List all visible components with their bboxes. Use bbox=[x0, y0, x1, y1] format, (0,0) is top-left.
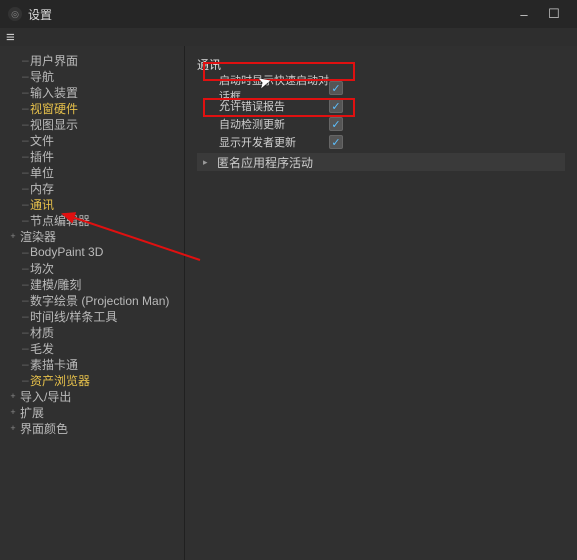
sidebar-item-label: 单位 bbox=[30, 164, 54, 181]
menubar: ≡ bbox=[0, 28, 577, 46]
sidebar-item-18[interactable]: –毛发 bbox=[4, 340, 184, 356]
branch-icon: – bbox=[22, 53, 28, 67]
sidebar-item-15[interactable]: –数字绘景 (Projection Man) bbox=[4, 292, 184, 308]
sidebar-item-label: 插件 bbox=[30, 148, 54, 165]
sidebar-item-0[interactable]: –用户界面 bbox=[4, 52, 184, 68]
sidebar-item-label: 数字绘景 (Projection Man) bbox=[30, 292, 169, 309]
sidebar-item-20[interactable]: –资产浏览器 bbox=[4, 372, 184, 388]
window-title: 设置 bbox=[28, 6, 52, 23]
branch-icon: – bbox=[22, 277, 28, 291]
sidebar-item-label: 通讯 bbox=[30, 196, 54, 213]
sidebar-item-22[interactable]: +扩展 bbox=[4, 404, 184, 420]
sidebar-item-label: 节点编辑器 bbox=[30, 212, 90, 229]
branch-icon: – bbox=[22, 309, 28, 323]
branch-icon: – bbox=[22, 133, 28, 147]
sidebar-item-4[interactable]: –视图显示 bbox=[4, 116, 184, 132]
checkbox[interactable]: ✓ bbox=[329, 99, 343, 113]
branch-icon: – bbox=[22, 373, 28, 387]
sidebar-item-3[interactable]: –视窗硬件 bbox=[4, 100, 184, 116]
checkbox[interactable]: ✓ bbox=[329, 135, 343, 149]
collapse-row-anonymous[interactable]: ▸ 匿名应用程序活动 bbox=[197, 153, 565, 171]
sidebar-item-label: 资产浏览器 bbox=[30, 372, 90, 389]
branch-icon: – bbox=[22, 165, 28, 179]
settings-row-3: 显示开发者更新✓ bbox=[197, 133, 565, 151]
sidebar-item-6[interactable]: –插件 bbox=[4, 148, 184, 164]
sidebar-item-label: 材质 bbox=[30, 324, 54, 341]
sidebar-item-label: 界面颜色 bbox=[20, 420, 68, 437]
sidebar-item-19[interactable]: –素描卡通 bbox=[4, 356, 184, 372]
branch-icon: – bbox=[22, 85, 28, 99]
checkbox[interactable]: ✓ bbox=[329, 81, 343, 95]
sidebar-item-13[interactable]: –场次 bbox=[4, 260, 184, 276]
branch-icon: – bbox=[22, 149, 28, 163]
sidebar-item-label: 导入/导出 bbox=[20, 388, 71, 405]
sidebar-item-label: 时间线/样条工具 bbox=[30, 308, 117, 325]
settings-label: 显示开发者更新 bbox=[219, 134, 329, 150]
sidebar-item-9[interactable]: –通讯 bbox=[4, 196, 184, 212]
settings-label: 自动检测更新 bbox=[219, 116, 329, 132]
sidebar-item-16[interactable]: –时间线/样条工具 bbox=[4, 308, 184, 324]
settings-row-2: 自动检测更新✓ bbox=[197, 115, 565, 133]
branch-icon: – bbox=[22, 181, 28, 195]
sidebar-item-label: 扩展 bbox=[20, 404, 44, 421]
branch-icon: – bbox=[22, 69, 28, 83]
sidebar-item-label: 毛发 bbox=[30, 340, 54, 357]
sidebar-item-label: 场次 bbox=[30, 260, 54, 277]
settings-row-0: 启动时显示快速启动对话框✓ bbox=[197, 79, 565, 97]
sidebar-item-17[interactable]: –材质 bbox=[4, 324, 184, 340]
sidebar-item-2[interactable]: –输入装置 bbox=[4, 84, 184, 100]
chevron-right-icon: ▸ bbox=[203, 157, 213, 168]
sidebar-item-label: 导航 bbox=[30, 68, 54, 85]
sidebar-item-12[interactable]: –BodyPaint 3D bbox=[4, 244, 184, 260]
expander-icon[interactable]: + bbox=[8, 407, 18, 417]
branch-icon: – bbox=[22, 293, 28, 307]
titlebar: ◎ 设置 – ☐ bbox=[0, 0, 577, 28]
sidebar-item-8[interactable]: –内存 bbox=[4, 180, 184, 196]
settings-row-1: 允许错误报告✓ bbox=[197, 97, 565, 115]
sidebar-item-label: 文件 bbox=[30, 132, 54, 149]
sidebar-item-label: 渲染器 bbox=[20, 228, 56, 245]
branch-icon: – bbox=[22, 117, 28, 131]
app-icon: ◎ bbox=[8, 7, 22, 21]
sidebar: –用户界面–导航–输入装置–视窗硬件–视图显示–文件–插件–单位–内存–通讯–节… bbox=[0, 46, 185, 560]
expander-icon[interactable]: + bbox=[8, 231, 18, 241]
sidebar-item-1[interactable]: –导航 bbox=[4, 68, 184, 84]
branch-icon: – bbox=[22, 261, 28, 275]
settings-label: 允许错误报告 bbox=[219, 98, 329, 114]
sidebar-item-label: 内存 bbox=[30, 180, 54, 197]
sidebar-item-11[interactable]: +渲染器 bbox=[4, 228, 184, 244]
sidebar-item-label: 输入装置 bbox=[30, 84, 78, 101]
branch-icon: – bbox=[22, 197, 28, 211]
branch-icon: – bbox=[22, 325, 28, 339]
sidebar-item-label: 视图显示 bbox=[30, 116, 78, 133]
sidebar-item-5[interactable]: –文件 bbox=[4, 132, 184, 148]
sidebar-item-label: 素描卡通 bbox=[30, 356, 78, 373]
sidebar-item-label: 用户界面 bbox=[30, 52, 78, 69]
sidebar-item-label: 视窗硬件 bbox=[30, 100, 78, 117]
sidebar-item-14[interactable]: –建模/雕刻 bbox=[4, 276, 184, 292]
main-panel: 通讯 启动时显示快速启动对话框✓允许错误报告✓自动检测更新✓显示开发者更新✓ ▸… bbox=[185, 46, 577, 560]
sidebar-item-7[interactable]: –单位 bbox=[4, 164, 184, 180]
collapse-row-label: 匿名应用程序活动 bbox=[217, 154, 313, 171]
sidebar-item-21[interactable]: +导入/导出 bbox=[4, 388, 184, 404]
section-title: 通讯 bbox=[197, 56, 565, 73]
branch-icon: – bbox=[22, 245, 28, 259]
sidebar-item-10[interactable]: –节点编辑器 bbox=[4, 212, 184, 228]
sidebar-item-23[interactable]: +界面颜色 bbox=[4, 420, 184, 436]
minimize-button[interactable]: – bbox=[509, 3, 539, 25]
expander-icon[interactable]: + bbox=[8, 391, 18, 401]
branch-icon: – bbox=[22, 101, 28, 115]
sidebar-item-label: 建模/雕刻 bbox=[30, 276, 81, 293]
branch-icon: – bbox=[22, 357, 28, 371]
checkbox[interactable]: ✓ bbox=[329, 117, 343, 131]
expander-icon[interactable]: + bbox=[8, 423, 18, 433]
hamburger-icon[interactable]: ≡ bbox=[6, 30, 15, 45]
branch-icon: – bbox=[22, 341, 28, 355]
maximize-button[interactable]: ☐ bbox=[539, 3, 569, 25]
sidebar-item-label: BodyPaint 3D bbox=[30, 245, 103, 259]
branch-icon: – bbox=[22, 213, 28, 227]
